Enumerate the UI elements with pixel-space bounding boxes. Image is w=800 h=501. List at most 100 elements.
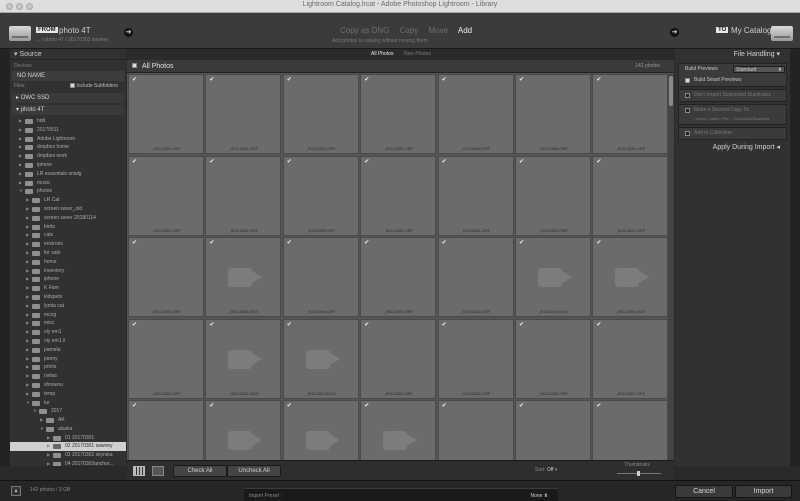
include-checkmark-icon[interactable]: ✔ xyxy=(209,402,214,409)
photo-thumbnail[interactable]: ✔ _IKD12843.ORF xyxy=(592,155,668,236)
folder-item[interactable]: ▶ prints xyxy=(10,363,126,372)
scrollbar-thumb[interactable] xyxy=(669,76,673,106)
photo-thumbnail[interactable]: ✔ _IKD12854.ORF xyxy=(360,318,437,399)
folder-item[interactable]: ▶ 01 20170301 xyxy=(10,434,126,443)
include-checkmark-icon[interactable]: ✔ xyxy=(132,239,137,246)
photo-thumbnail[interactable]: ✔ _IKD12848.ORF xyxy=(437,237,514,317)
photo-thumbnail[interactable]: ✔ _IKD12857.ORF xyxy=(592,318,668,399)
photo-thumbnail[interactable]: ✔ _IKD12841.ORF xyxy=(437,155,514,236)
include-subfolders-toggle[interactable]: Include Subfolders xyxy=(70,82,118,91)
include-checkmark-icon[interactable]: ✔ xyxy=(442,239,447,246)
include-checkmark-icon[interactable]: ✔ xyxy=(364,76,369,83)
photo-thumbnail[interactable]: ✔ xyxy=(205,400,282,465)
collapse-toggle-icon[interactable]: ▴ xyxy=(11,486,21,496)
disclosure-closed-icon[interactable]: ▶ xyxy=(26,240,29,249)
import-button[interactable]: Import xyxy=(735,485,792,498)
include-checkmark-icon[interactable]: ✔ xyxy=(209,158,214,165)
include-checkmark-icon[interactable]: ✔ xyxy=(287,158,292,165)
folder-item[interactable]: ▶ 03 20170302 skyrska xyxy=(10,451,126,460)
photo-thumbnail[interactable]: ✔ _IKD12856.ORF xyxy=(515,318,591,399)
mode-add[interactable]: Add xyxy=(458,26,472,35)
photo-thumbnail[interactable]: ✔ _IKD12830.ORF xyxy=(128,74,204,154)
include-checkmark-icon[interactable]: ✔ xyxy=(132,402,137,409)
apply-during-import-header[interactable]: Apply During Import ◂ xyxy=(675,142,790,154)
folder-item[interactable]: ▶ mcng xyxy=(10,311,126,320)
include-checkmark-icon[interactable]: ✔ xyxy=(442,321,447,328)
disclosure-closed-icon[interactable]: ▶ xyxy=(19,117,22,126)
duplicates-checkbox[interactable] xyxy=(685,93,690,98)
photo-thumbnail[interactable]: ✔ _IKD12851.ORF xyxy=(128,318,204,399)
disclosure-closed-icon[interactable]: ▶ xyxy=(26,223,29,232)
folder-item[interactable]: ▶ cats xyxy=(10,231,126,240)
include-checkmark-icon[interactable]: ✔ xyxy=(364,321,369,328)
disclosure-closed-icon[interactable]: ▶ xyxy=(26,275,29,284)
photo-thumbnail[interactable]: ✔ _IKD12845.MOV xyxy=(205,237,282,317)
select-all-checkbox[interactable] xyxy=(132,63,137,68)
disclosure-open-icon[interactable]: ▼ xyxy=(19,187,23,196)
folder-item[interactable]: ▼ photos xyxy=(10,187,126,196)
include-checkmark-icon[interactable]: ✔ xyxy=(519,158,524,165)
photo-thumbnail[interactable]: ✔ _IKD12846.ORF xyxy=(282,237,359,317)
include-checkmark-icon[interactable]: ✔ xyxy=(519,76,524,83)
photo-thumbnail[interactable]: ✔ _IKD12838.ORF xyxy=(205,155,282,236)
photo-thumbnail[interactable]: ✔ xyxy=(437,400,514,465)
disclosure-closed-icon[interactable]: ▶ xyxy=(19,179,22,188)
folder-item[interactable]: ▶ kidspets xyxy=(10,293,126,302)
folder-item[interactable]: ▶ K Fam xyxy=(10,284,126,293)
include-checkmark-icon[interactable]: ✔ xyxy=(132,76,137,83)
grid-scrollbar[interactable] xyxy=(668,74,674,465)
uncheck-all-button[interactable]: Uncheck All xyxy=(227,465,281,477)
include-checkmark-icon[interactable]: ✔ xyxy=(287,402,292,409)
folder-item[interactable]: ▶ temp xyxy=(10,390,126,399)
include-checkmark-icon[interactable]: ✔ xyxy=(442,76,447,83)
right-panel-edge[interactable] xyxy=(790,49,800,466)
photo-thumbnail[interactable]: ✔ _IKD12847.ORF xyxy=(360,237,437,317)
include-checkmark-icon[interactable]: ✔ xyxy=(287,76,292,83)
folder-item[interactable]: ▶ iphone xyxy=(10,275,126,284)
photo-thumbnail[interactable]: ✔ _IKD12853.MOV xyxy=(282,318,359,399)
folder-item[interactable]: ▶ oly em1 ii xyxy=(10,337,126,346)
folder-item[interactable]: ▶ misc xyxy=(10,319,126,328)
disclosure-closed-icon[interactable]: ▶ xyxy=(26,337,29,346)
folder-item[interactable]: ▶ pamela xyxy=(10,346,126,355)
include-checkmark-icon[interactable]: ✔ xyxy=(596,239,601,246)
import-preset-bar[interactable]: Import Preset : None ⬍ xyxy=(244,488,558,501)
folder-item[interactable]: ▼ 2017 xyxy=(10,407,126,416)
photo-thumbnail[interactable]: ✔ _IKD12833.ORF xyxy=(360,74,437,154)
include-checkmark-icon[interactable]: ✔ xyxy=(442,158,447,165)
photo-thumbnail[interactable]: ✔ xyxy=(360,400,437,465)
disclosure-closed-icon[interactable]: ▶ xyxy=(26,390,29,399)
folder-item[interactable]: ▶ home xyxy=(10,258,126,267)
include-checkmark-icon[interactable]: ✔ xyxy=(287,239,292,246)
folder-item[interactable]: ▶ 02 20170301 sawney xyxy=(10,442,126,452)
folder-item[interactable]: ▼ tur xyxy=(10,399,126,408)
folder-item[interactable]: ▶ rivitas xyxy=(10,372,126,381)
disclosure-closed-icon[interactable]: ▶ xyxy=(26,267,29,276)
build-previews-select[interactable]: Standard ⬍ xyxy=(733,66,785,73)
disclosure-closed-icon[interactable]: ▶ xyxy=(26,311,29,320)
folder-item[interactable]: ▶ screen saver 20180114 xyxy=(10,214,126,223)
photo-thumbnail[interactable]: ✔ _IKD12849.MOV xyxy=(515,237,591,317)
folder-item[interactable]: ▶ dropbox home xyxy=(10,143,126,152)
disclosure-closed-icon[interactable]: ▶ xyxy=(26,284,29,293)
add-to-collection-row[interactable]: Add to Collection xyxy=(679,128,786,139)
photo-thumbnail[interactable]: ✔ _IKD12836.ORF xyxy=(592,74,668,154)
disclosure-closed-icon[interactable]: ▶ xyxy=(26,196,29,205)
disclosure-closed-icon[interactable]: ▶ xyxy=(26,231,29,240)
device-no-name[interactable]: NO NAME xyxy=(12,71,124,81)
include-checkmark-icon[interactable]: ✔ xyxy=(364,239,369,246)
disclosure-closed-icon[interactable]: ▶ xyxy=(19,161,22,170)
source-selector[interactable]: photo 4T xyxy=(59,26,91,35)
disclosure-closed-icon[interactable]: ▶ xyxy=(26,355,29,364)
folder-item[interactable]: ▶ iphone xyxy=(10,161,126,170)
folder-item[interactable]: ▶ environs xyxy=(10,240,126,249)
photo-thumbnail[interactable]: ✔ xyxy=(128,400,204,465)
grid-view-icon[interactable] xyxy=(133,466,145,476)
include-checkmark-icon[interactable]: ✔ xyxy=(364,158,369,165)
slider-knob[interactable] xyxy=(637,471,640,476)
disclosure-closed-icon[interactable]: ▶ xyxy=(19,126,22,135)
folder-item[interactable]: ▼ alaska xyxy=(10,425,126,434)
photo-thumbnail[interactable]: ✔ _IKD12844.ORF xyxy=(128,237,204,317)
folder-item[interactable]: ▶ dropbox work xyxy=(10,152,126,161)
photo-thumbnail[interactable]: ✔ _IKD12832.ORF xyxy=(282,74,359,154)
